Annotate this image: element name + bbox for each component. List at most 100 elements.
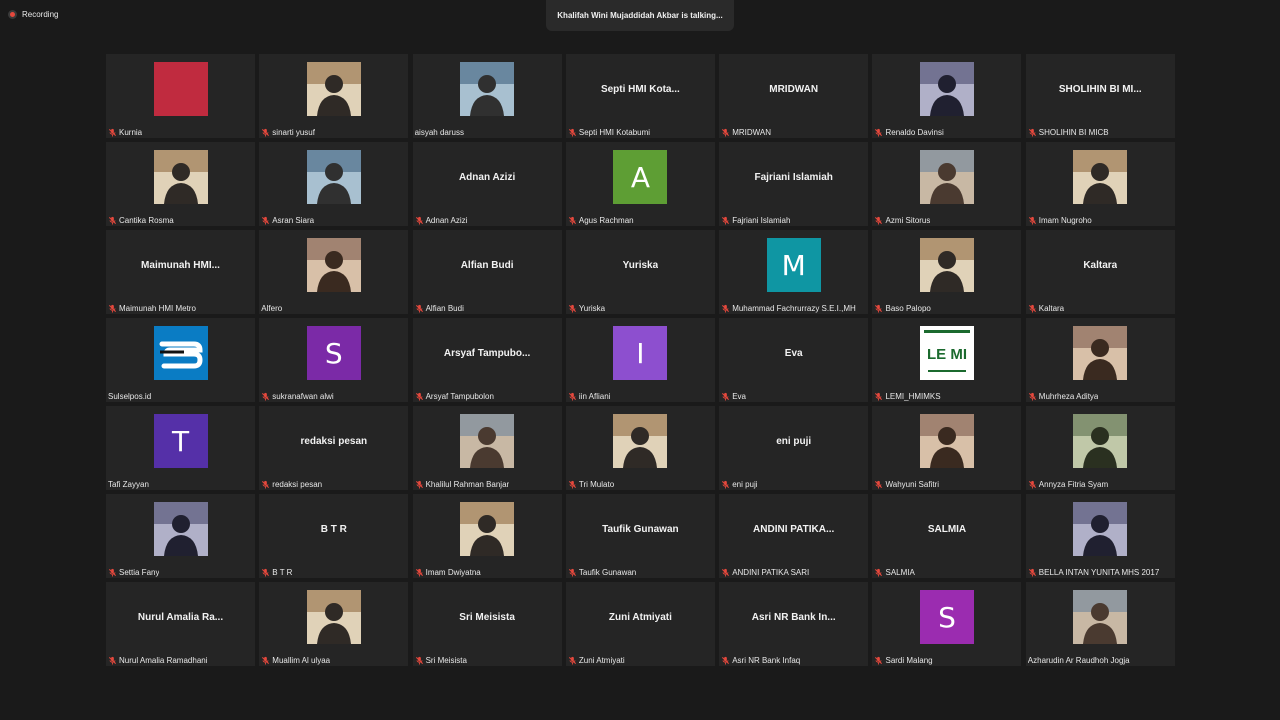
muted-mic-icon bbox=[261, 128, 270, 137]
participant-tile[interactable]: Muhrheza Aditya bbox=[1025, 318, 1175, 402]
participant-name-label: Sardi Malang bbox=[874, 655, 933, 665]
participant-name: Muhammad Fachrurrazy S.E.I.,MH bbox=[732, 303, 856, 313]
participant-tile[interactable]: Sulselpos.id bbox=[106, 318, 255, 402]
participant-tile[interactable]: M Muhammad Fachrurrazy S.E.I.,MH bbox=[719, 230, 869, 314]
participant-tile[interactable]: Alfian Budi Alfian Budi bbox=[412, 230, 562, 314]
participant-display-name: Taufik Gunawan bbox=[602, 523, 679, 535]
profile-photo bbox=[1073, 590, 1128, 644]
participant-tile[interactable]: Azharudin Ar Raudhoh Jogja bbox=[1025, 582, 1175, 666]
participant-tile[interactable]: Yuriska Yuriska bbox=[565, 230, 715, 314]
profile-photo bbox=[613, 414, 668, 468]
participant-video-area bbox=[1026, 582, 1175, 652]
participant-tile[interactable]: aisyah daruss bbox=[412, 54, 562, 138]
participant-name-label: Muhammad Fachrurrazy S.E.I.,MH bbox=[721, 303, 856, 313]
participant-name-label: LEMI_HMIMKS bbox=[874, 391, 941, 401]
participant-tile[interactable]: Wahyuni Safitri bbox=[872, 406, 1022, 490]
participant-name-label: Alfero bbox=[261, 303, 282, 313]
participant-tile[interactable]: Sri Meisista Sri Meisista bbox=[412, 582, 562, 666]
participant-tile[interactable]: Eva Eva bbox=[719, 318, 869, 402]
participant-name: Sardi Malang bbox=[885, 655, 933, 665]
participant-name: redaksi pesan bbox=[272, 479, 323, 489]
participant-tile[interactable]: redaksi pesan redaksi pesan bbox=[259, 406, 409, 490]
participant-name: Azmi Sitorus bbox=[885, 215, 931, 225]
participant-name-label: SHOLIHIN BI MICB bbox=[1028, 127, 1109, 137]
participant-tile[interactable]: Ssukranafwan alwi bbox=[259, 318, 409, 402]
participant-tile[interactable]: Septi HMI Kota... Septi HMI Kotabumi bbox=[565, 54, 715, 138]
participant-tile[interactable]: S Sardi Malang bbox=[872, 582, 1022, 666]
muted-mic-icon bbox=[874, 304, 883, 313]
participant-tile[interactable]: Tri Mulato bbox=[565, 406, 715, 490]
participant-tile[interactable]: T Tafi Zayyan bbox=[106, 406, 255, 490]
participant-name: sukranafwan alwi bbox=[272, 391, 334, 401]
participant-tile[interactable]: Arsyaf Tampubo... Arsyaf Tampubolon bbox=[412, 318, 562, 402]
muted-mic-icon bbox=[108, 216, 117, 225]
participant-tile[interactable]: BELLA INTAN YUNITA MHS 2017 bbox=[1025, 494, 1175, 578]
avatar: M bbox=[766, 238, 821, 292]
participant-tile[interactable]: Zuni Atmiyati Zuni Atmiyati bbox=[565, 582, 715, 666]
active-speaker-text: Khalifah Wini Mujaddidah Akbar is talkin… bbox=[557, 11, 723, 20]
participant-name-label: Zuni Atmiyati bbox=[568, 655, 625, 665]
muted-mic-icon bbox=[1028, 392, 1037, 401]
participant-tile[interactable]: sinarti yusuf bbox=[259, 54, 409, 138]
profile-photo bbox=[306, 238, 361, 292]
participant-tile[interactable]: Imam Nugroho bbox=[1025, 142, 1175, 226]
participant-tile[interactable]: Renaldo Davinsi bbox=[872, 54, 1022, 138]
participant-video-area: redaksi pesan bbox=[259, 406, 408, 476]
participant-name: SHOLIHIN BI MICB bbox=[1038, 127, 1109, 137]
muted-mic-icon bbox=[721, 128, 730, 137]
recording-indicator[interactable]: Recording bbox=[8, 8, 58, 20]
participant-tile[interactable]: Kaltara Kaltara bbox=[1025, 230, 1175, 314]
participant-tile[interactable]: A Agus Rachman bbox=[565, 142, 715, 226]
profile-photo bbox=[919, 150, 974, 204]
participant-tile[interactable]: Nurul Amalia Ra... Nurul Amalia Ramadhani bbox=[106, 582, 255, 666]
participant-tile[interactable]: Annyza Fitria Syam bbox=[1025, 406, 1175, 490]
participant-tile[interactable]: MRIDWAN MRIDWAN bbox=[719, 54, 869, 138]
participant-video-area bbox=[1026, 142, 1175, 212]
muted-mic-icon bbox=[415, 216, 424, 225]
participant-tile[interactable]: Cantika Rosma bbox=[106, 142, 255, 226]
participant-tile[interactable]: SALMIA SALMIA bbox=[872, 494, 1022, 578]
avatar-initial: S bbox=[324, 336, 343, 370]
participant-tile[interactable]: eni puji eni puji bbox=[719, 406, 869, 490]
participant-tile[interactable]: Asran Siara bbox=[259, 142, 409, 226]
participant-tile[interactable]: Fajriani Islamiah Fajriani Islamiah bbox=[719, 142, 869, 226]
muted-mic-icon bbox=[721, 568, 730, 577]
participant-name-label: Yuriska bbox=[568, 303, 605, 313]
participant-name-label: Eva bbox=[721, 391, 746, 401]
participant-tile[interactable]: Adnan Azizi Adnan Azizi bbox=[412, 142, 562, 226]
participant-tile[interactable]: ANDINI PATIKA... ANDINI PATIKA SARI bbox=[719, 494, 869, 578]
participant-tile[interactable]: SHOLIHIN BI MI... SHOLIHIN BI MICB bbox=[1025, 54, 1175, 138]
participant-tile[interactable]: B T R B T R bbox=[259, 494, 409, 578]
participant-tile[interactable]: Iiin Afliani bbox=[565, 318, 715, 402]
participant-gallery: Kurnia sinarti yusuf aisyah daruss Septi HM… bbox=[106, 54, 1175, 666]
participant-tile[interactable]: Imam Dwiyatna bbox=[412, 494, 562, 578]
participant-name: eni puji bbox=[732, 479, 758, 489]
muted-mic-icon bbox=[1028, 480, 1037, 489]
participant-video-area bbox=[872, 230, 1021, 300]
participant-name-label: sukranafwan alwi bbox=[261, 391, 334, 401]
participant-video-area bbox=[259, 54, 408, 124]
participant-display-name: Asri NR Bank In... bbox=[751, 611, 836, 623]
participant-video-area: Maimunah HMI... bbox=[106, 230, 255, 300]
participant-name: Annyza Fitria Syam bbox=[1038, 479, 1109, 489]
muted-mic-icon bbox=[874, 568, 883, 577]
muted-mic-icon bbox=[261, 216, 270, 225]
participant-tile[interactable]: LE MI LEMI_HMIMKS bbox=[872, 318, 1022, 402]
participant-tile[interactable]: Muallim Al ulyaa bbox=[259, 582, 409, 666]
participant-video-area bbox=[106, 142, 255, 212]
participant-tile[interactable]: Baso Palopo bbox=[872, 230, 1022, 314]
participant-tile[interactable]: Taufik Gunawan Taufik Gunawan bbox=[565, 494, 715, 578]
participant-tile[interactable]: Maimunah HMI... Maimunah HMI Metro bbox=[106, 230, 255, 314]
participant-tile[interactable]: Asri NR Bank In... Asri NR Bank Infaq bbox=[719, 582, 869, 666]
participant-tile[interactable]: Alfero bbox=[259, 230, 409, 314]
participant-name: Wahyuni Safitri bbox=[885, 479, 939, 489]
participant-tile[interactable]: Khalilul Rahman Banjar bbox=[412, 406, 562, 490]
participant-video-area bbox=[106, 54, 255, 124]
participant-video-area: Septi HMI Kota... bbox=[566, 54, 715, 124]
participant-display-name: Arsyaf Tampubo... bbox=[443, 347, 531, 359]
participant-tile[interactable]: Kurnia bbox=[106, 54, 255, 138]
participant-tile[interactable]: Settia Fany bbox=[106, 494, 255, 578]
participant-tile[interactable]: Azmi Sitorus bbox=[872, 142, 1022, 226]
participant-name: Imam Dwiyatna bbox=[425, 567, 481, 577]
profile-photo bbox=[153, 150, 208, 204]
